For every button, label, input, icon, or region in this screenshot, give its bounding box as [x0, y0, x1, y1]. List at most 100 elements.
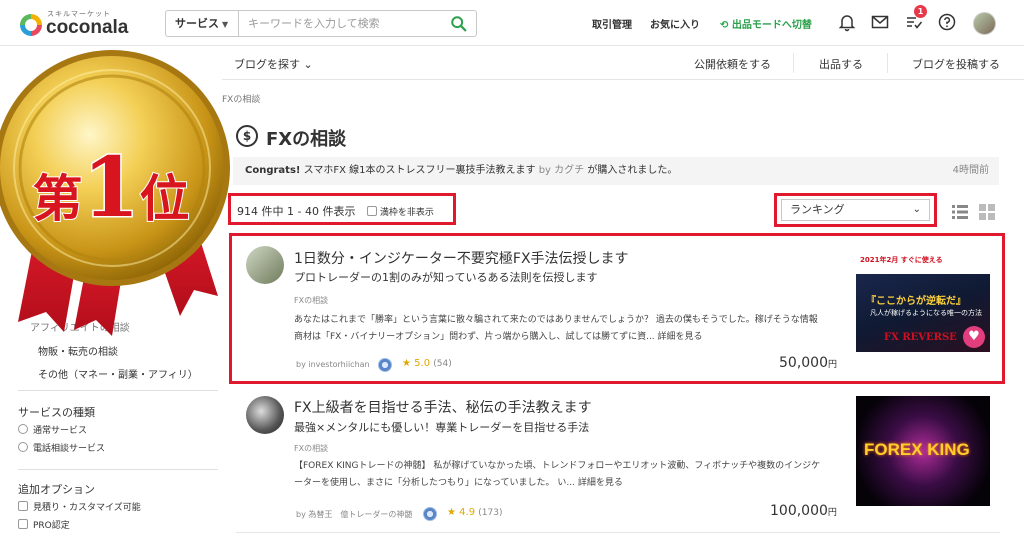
service-rating: ★ 4.9 (173) — [447, 507, 502, 518]
bell-icon[interactable] — [837, 12, 857, 32]
heart-icon[interactable]: ♥ — [963, 326, 985, 348]
congrats-message: が購入されました。 — [587, 165, 678, 176]
purchase-notice: Congrats! スマホFX 線1本のストレスフリー裏技手法教えます by カ… — [233, 157, 999, 185]
radio-normal-service[interactable]: 通常サービス — [18, 423, 87, 436]
search-input[interactable] — [240, 11, 440, 36]
sell-link[interactable]: 出品する — [819, 56, 863, 72]
sidebar-divider — [18, 469, 218, 470]
thumbnail-text: FX REVERSE — [884, 332, 957, 343]
service-description: 【FOREX KINGトレードの神髄】 私が稼げていなかった頃、トレンドフォロー… — [294, 461, 821, 488]
service-subtitle: 最強×メンタルにも優しい！専業トレーダーを目指せる手法 — [294, 421, 590, 434]
checkbox-pro[interactable]: PRO認定 — [18, 518, 70, 531]
review-count: (54) — [433, 359, 452, 369]
thumbnail-text: 2021年2月 すぐに使える — [860, 256, 943, 264]
medal-text: 第1位 — [0, 139, 222, 238]
service-type-label: 通常サービス — [33, 426, 88, 436]
rating-value: 4.9 — [459, 507, 476, 518]
sort-highlight: ランキング ⌄ — [774, 193, 937, 227]
service-subtitle: プロトレーダーの1割のみが知っているある法則を伝授します — [294, 271, 598, 284]
star-icon: ★ — [402, 358, 411, 369]
notification-badge: 1 — [914, 5, 927, 18]
page-title: FXの相談 — [266, 129, 347, 150]
star-icon: ★ — [447, 507, 456, 518]
price-currency: 円 — [828, 360, 838, 370]
seller-rank-icon — [423, 507, 437, 521]
congrats-by: by — [538, 165, 551, 176]
sub-navigation: ブログを探す ⌄ 公開依頼をする 出品する ブログを投稿する — [222, 46, 1024, 80]
service-title[interactable]: FX上級者を目指せる手法、秘伝の手法教えます — [294, 397, 592, 417]
radio-phone-service[interactable]: 電話相談サービス — [18, 441, 105, 454]
radio-icon — [18, 424, 28, 434]
swap-icon: ⟲ — [720, 20, 729, 31]
option-label: 見積り・カスタマイズ可能 — [33, 503, 141, 513]
first-place-medal: 第1位 — [0, 40, 236, 336]
result-count-highlight: 914 件中 1 - 40 件表示 満枠を非表示 — [228, 193, 456, 225]
transactions-link[interactable]: 取引管理 — [592, 16, 632, 31]
congrats-label: Congrats! — [245, 165, 301, 176]
help-icon[interactable] — [937, 12, 957, 32]
checkbox-icon — [18, 519, 28, 529]
service-thumbnail[interactable]: 2021年2月 すぐに使える 『ここからが逆転だ』 凡人が稼げるようになる唯一の… — [856, 252, 990, 352]
logo-mark-icon — [20, 14, 42, 36]
sort-value: ランキング — [790, 203, 845, 216]
service-thumbnail[interactable]: FOREX KING — [856, 396, 990, 506]
thumbnail-text: FOREX KING — [864, 440, 970, 459]
favorites-link[interactable]: お気に入り — [650, 16, 700, 31]
logo-wordmark: coconala — [46, 17, 129, 38]
chevron-down-icon: ⌄ — [303, 58, 313, 71]
service-price: 100,000円 — [770, 503, 837, 519]
option-label: PRO認定 — [33, 521, 70, 531]
user-avatar[interactable] — [973, 12, 996, 35]
sort-select[interactable]: ランキング ⌄ — [781, 199, 930, 221]
service-category[interactable]: FXの相談 — [294, 295, 328, 306]
service-type-label: 電話相談サービス — [33, 444, 106, 454]
grid-view-icon[interactable] — [978, 203, 996, 221]
seller-name[interactable]: by 為替王 億トレーダーの神髄 — [296, 509, 412, 520]
service-price: 50,000円 — [779, 355, 837, 371]
public-request-link[interactable]: 公開依頼をする — [694, 56, 771, 72]
service-description: あなたはこれまで「勝率」という言葉に散々騙されて来たのではありませんでしょうか？… — [294, 315, 818, 342]
seller-rank-icon — [378, 358, 392, 372]
coconala-logo[interactable]: スキルマーケット coconala — [20, 8, 140, 40]
service-type-heading: サービスの種類 — [18, 406, 95, 419]
card-divider — [236, 532, 1000, 533]
checkbox-estimate[interactable]: 見積り・カスタマイズ可能 — [18, 500, 141, 513]
search-category-select[interactable]: サービス ▼ — [166, 11, 239, 36]
congrats-buyer: カグチ — [554, 165, 585, 176]
sidebar-item-other[interactable]: その他（マネー・副業・アフィリ） — [38, 366, 198, 381]
list-view-icon[interactable] — [951, 203, 969, 221]
checkbox-icon — [367, 206, 377, 216]
search-bar: サービス ▼ — [165, 10, 477, 37]
service-category[interactable]: FXの相談 — [294, 443, 328, 454]
seller-name[interactable]: by investorhiichan — [296, 360, 370, 369]
service-title[interactable]: 1日数分・インジケーター不要究極FX手法伝授します — [294, 248, 629, 268]
search-icon[interactable] — [450, 15, 468, 33]
subnav-divider — [887, 53, 888, 73]
medal-kanji-first: 第 — [31, 168, 83, 229]
rating-value: 5.0 — [414, 358, 431, 369]
medal-number: 1 — [81, 139, 141, 238]
thumbnail-text: 凡人が稼げるようになる唯一の方法 — [870, 309, 982, 317]
price-currency: 円 — [827, 508, 837, 518]
service-rating: ★ 5.0 (54) — [402, 358, 452, 369]
sidebar-divider — [18, 390, 218, 391]
seller-avatar[interactable] — [246, 246, 284, 284]
post-blog-link[interactable]: ブログを投稿する — [912, 56, 1000, 72]
chevron-down-icon: ⌄ — [912, 204, 921, 215]
radio-icon — [18, 442, 28, 452]
blog-search-label: ブログを探す — [234, 58, 300, 71]
blog-search-dropdown[interactable]: ブログを探す ⌄ — [234, 56, 313, 72]
seller-mode-toggle[interactable]: ⟲ 出品モードへ切替 — [720, 16, 812, 31]
congrats-time: 4時間前 — [952, 165, 989, 176]
mail-icon[interactable] — [870, 12, 890, 32]
congrats-service[interactable]: スマホFX 線1本のストレスフリー裏技手法教えます — [304, 165, 536, 176]
options-heading: 追加オプション — [18, 483, 95, 496]
result-count: 914 件中 1 - 40 件表示 — [237, 205, 356, 218]
seller-avatar[interactable] — [246, 396, 284, 434]
dollar-icon: $ — [236, 125, 258, 147]
sidebar-item-resale[interactable]: 物販・転売の相談 — [38, 343, 118, 358]
hide-full-label: 満枠を非表示 — [379, 208, 434, 218]
hide-full-checkbox[interactable]: 満枠を非表示 — [367, 205, 434, 218]
checkbox-icon — [18, 501, 28, 511]
price-value: 100,000 — [770, 503, 828, 519]
